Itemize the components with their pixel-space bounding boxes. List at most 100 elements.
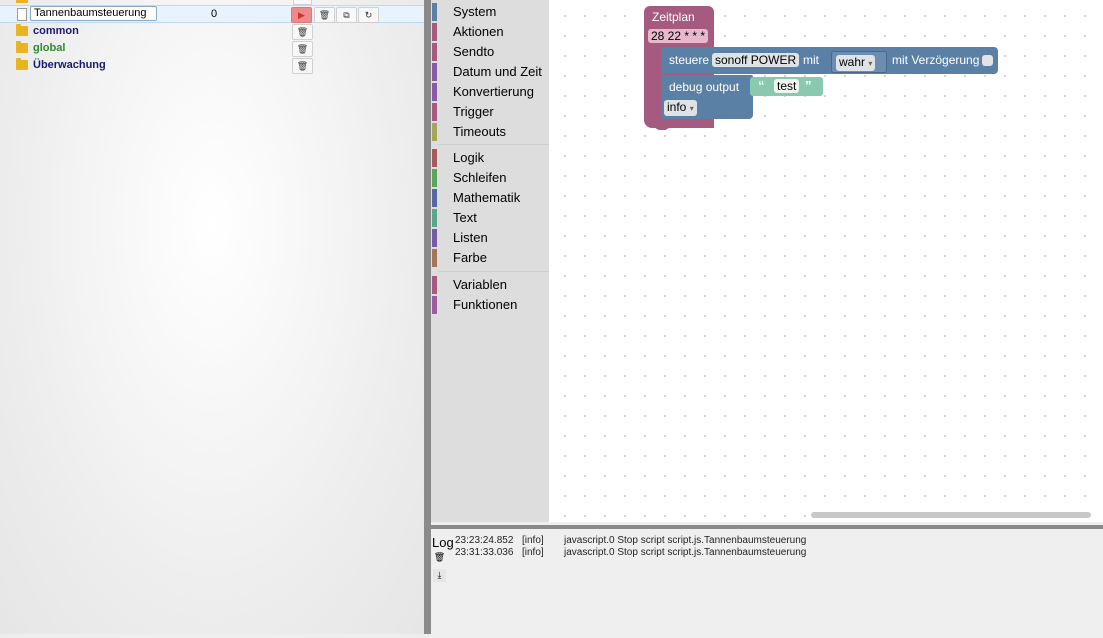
category-label: Timeouts [453,124,506,139]
control-object-field[interactable]: sonoff POWER [712,53,800,67]
zeitplan-title: Zeitplan [652,10,695,24]
toolbox-category-timeouts[interactable]: Timeouts [431,122,549,142]
category-color [432,149,437,167]
category-label: Konvertierung [453,84,534,99]
delete-folder-button[interactable]: 🗑 [292,41,313,57]
trash-icon: 🗑 [318,10,331,20]
category-label: Mathematik [453,190,521,205]
toolbox-category-logik[interactable]: Logik [431,148,549,168]
toolbox-category-funktionen[interactable]: Funktionen [431,295,549,315]
category-color [432,169,437,187]
panel-splitter[interactable] [424,0,431,634]
category-color [432,43,437,61]
tree-row-ueberwachung[interactable]: Überwachung 🗑 [0,57,424,74]
category-label: Sendto [453,44,495,59]
script-name-input[interactable]: Tannenbaumsteuerung [30,6,157,21]
category-label: Schleifen [453,170,507,185]
category-color [432,249,437,267]
toolbox-category-schleifen[interactable]: Schleifen [431,168,549,188]
debug-block[interactable]: debug output info ▾ [661,75,753,119]
category-color [432,209,437,227]
toolbox-category-mathematik[interactable]: Mathematik [431,188,549,208]
blockly-workspace[interactable] [549,0,1103,522]
toolbox-category-text[interactable]: Text [431,208,549,228]
log-title: Log [432,535,454,550]
workspace-scrollbar-horizontal[interactable] [811,512,1091,518]
toolbox-category-konvertierung[interactable]: Konvertierung [431,82,549,102]
run-script-button[interactable]: ▶ [291,7,312,23]
clear-log-button[interactable]: 🗑 [433,551,446,564]
category-color [432,63,437,81]
toolbox-category-listen[interactable]: Listen [431,228,549,248]
folder-label-ueberwachung: Überwachung [33,59,106,71]
log-entry-level: [info] [522,535,544,546]
tree-row-script[interactable]: Tannenbaumsteuerung 0 ▶ 🗑 ⧉ ↻ [0,5,424,23]
control-with-label: mit [803,53,819,67]
category-label: Aktionen [453,24,504,39]
category-color [432,296,437,314]
category-label: Datum und Zeit [453,64,542,79]
debug-label: debug output [669,80,740,94]
category-color [432,3,437,21]
toolbox-category-farbe[interactable]: Farbe [431,248,549,268]
toolbox-category-aktionen[interactable]: Aktionen [431,22,549,42]
category-label: Logik [453,150,485,165]
download-icon: ⤓ [437,570,442,580]
toolbox-category-variablen[interactable]: Variablen [431,275,549,295]
reload-script-button[interactable]: ↻ [358,7,379,23]
log-entry-time: 23:31:33.036 [455,547,514,558]
log-entry-level: [info] [522,547,544,558]
log-entry-message: javascript.0 Stop script script.js.Tanne… [564,535,807,546]
category-color [432,83,437,101]
toolbox-separator [437,144,549,145]
category-label: System [453,4,497,19]
category-color [432,276,437,294]
quote-open-icon: “ [758,78,765,93]
tree-row-common[interactable]: common 🗑 [0,23,424,40]
toolbox-category-sendto[interactable]: Sendto [431,42,549,62]
tree-row-global[interactable]: global 🗑 [0,40,424,57]
control-label: steuere [669,53,710,67]
trash-icon: 🗑 [296,27,309,37]
tree-row-partial [0,0,424,5]
script-count: 0 [211,8,218,20]
trash-icon: 🗑 [296,44,309,54]
toolbox-category-trigger[interactable]: Trigger [431,102,549,122]
copy-icon: ⧉ [343,10,350,20]
dropdown-arrow-icon: ▾ [689,104,694,113]
control-block[interactable]: steuere sonoff POWER mit wahr ▾ mit Verz… [661,47,998,74]
play-icon: ▶ [298,10,305,20]
control-delay-label: mit Verzögerung [892,53,980,67]
category-label: Farbe [453,250,487,265]
folder-icon [16,58,28,70]
delete-folder-button[interactable]: 🗑 [292,24,313,40]
trash-icon: 🗑 [296,61,309,71]
copy-script-button[interactable]: ⧉ [336,7,357,23]
folder-icon [16,41,28,53]
dropdown-arrow-icon: ▾ [868,59,873,68]
toolbox-category-datum[interactable]: Datum und Zeit [431,62,549,82]
category-color [432,23,437,41]
blockly-toolbox: System Aktionen Sendto Datum und Zeit Ko… [431,0,549,522]
control-value-dropdown[interactable]: wahr ▾ [836,55,876,71]
folder-icon [16,24,28,36]
delete-folder-button[interactable]: 🗑 [292,58,313,74]
folder-label-common: common [33,25,79,37]
text-block[interactable]: “ test ” [750,77,823,96]
category-label: Trigger [453,104,494,119]
toolbox-category-system[interactable]: System [431,2,549,22]
debug-level-dropdown[interactable]: info ▾ [664,100,697,116]
trash-icon: 🗑 [433,552,446,562]
category-color [432,123,437,141]
folder-label-global: global [33,42,66,54]
category-color [432,103,437,121]
refresh-icon: ↻ [364,10,373,20]
category-label: Listen [453,230,488,245]
category-label: Text [453,210,477,225]
delay-checkbox[interactable] [982,55,993,66]
category-color [432,189,437,207]
download-log-button[interactable]: ⤓ [433,569,446,582]
zeitplan-cron-field[interactable]: 28 22 * * * [648,29,709,43]
text-value-field[interactable]: test [774,79,800,93]
delete-script-button[interactable]: 🗑 [314,7,335,23]
